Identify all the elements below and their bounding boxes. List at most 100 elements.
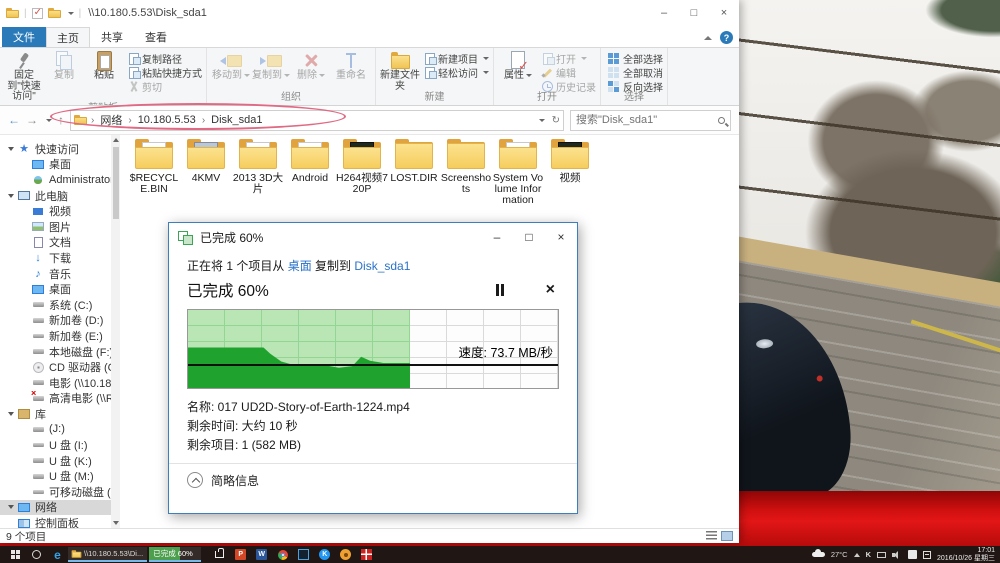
- ribbon-large-button[interactable]: 复制: [44, 50, 84, 82]
- tray-overflow-icon[interactable]: [853, 552, 860, 557]
- sidebar-item[interactable]: U 盘 (I:): [0, 437, 120, 453]
- ribbon-small-button[interactable]: 历史记录: [541, 80, 596, 94]
- ribbon-small-button[interactable]: 剪切: [127, 80, 202, 94]
- expand-icon[interactable]: [8, 505, 14, 510]
- sidebar-item[interactable]: 新加卷 (D:): [0, 313, 120, 329]
- close-button[interactable]: ×: [709, 0, 739, 26]
- folder-tile[interactable]: System Volume Information: [492, 139, 544, 206]
- sidebar-item[interactable]: 桌面: [0, 281, 120, 297]
- search-input[interactable]: [576, 114, 718, 126]
- dialog-close-button[interactable]: ×: [545, 223, 577, 251]
- taskbar-clock[interactable]: 17:01 2016/10/26 星期三: [937, 547, 995, 563]
- back-icon[interactable]: ←: [8, 113, 20, 127]
- sidebar-item[interactable]: 控制面板: [0, 515, 120, 528]
- scroll-up-icon[interactable]: [112, 138, 119, 142]
- display-tray-icon[interactable]: [877, 551, 887, 558]
- ribbon-large-button[interactable]: 删除: [291, 50, 331, 82]
- ribbon-small-button[interactable]: 复制路径: [127, 52, 202, 66]
- up-icon[interactable]: ↑: [58, 113, 64, 127]
- sidebar-item[interactable]: 桌面: [0, 157, 120, 173]
- ribbon-small-button[interactable]: 粘贴快捷方式: [127, 66, 202, 80]
- sidebar-item[interactable]: CD 驱动器 (G:: [0, 359, 120, 375]
- sidebar-item[interactable]: 网络: [0, 499, 120, 516]
- sidebar-item[interactable]: 本地磁盘 (F:): [0, 344, 120, 360]
- expand-icon[interactable]: [8, 193, 14, 198]
- weather-cloud-icon[interactable]: [811, 549, 825, 557]
- sidebar-item[interactable]: 可移动磁盘 (L:): [0, 484, 120, 500]
- address-bar[interactable]: › 网络 › 10.180.5.53 › Disk_sda1 ↻: [70, 109, 564, 131]
- fewer-details-icon[interactable]: [187, 472, 203, 488]
- security-icon[interactable]: [356, 549, 377, 560]
- sidebar-item[interactable]: 下载: [0, 250, 120, 266]
- sidebar-item[interactable]: 库: [0, 406, 120, 422]
- dialog-minimize-button[interactable]: –: [481, 223, 513, 251]
- ribbon-small-button[interactable]: 打开: [541, 52, 596, 66]
- scrollbar-thumb[interactable]: [112, 147, 119, 219]
- collapse-ribbon-icon[interactable]: [704, 35, 712, 40]
- sidebar-item[interactable]: 此电脑: [0, 188, 120, 204]
- sidebar-item[interactable]: (J:): [0, 422, 120, 438]
- scroll-down-icon[interactable]: [112, 521, 119, 525]
- ribbon-small-button[interactable]: 反向选择: [608, 80, 663, 94]
- refresh-icon[interactable]: ↻: [552, 115, 560, 126]
- copy-target-link[interactable]: Disk_sda1: [354, 259, 410, 273]
- folder-tile[interactable]: 2013 3D大片: [232, 139, 284, 206]
- properties-qat-icon[interactable]: [31, 7, 43, 19]
- sidebar-item[interactable]: Administrator: [0, 172, 120, 188]
- sidebar-item[interactable]: 快速访问: [0, 141, 120, 157]
- sidebar-item[interactable]: 高清电影 (\\Rt: [0, 391, 120, 407]
- ime-icon[interactable]: [908, 550, 918, 559]
- thumbnail-view-icon[interactable]: [721, 531, 733, 541]
- search-box[interactable]: [570, 109, 731, 131]
- sidebar-item[interactable]: U 盘 (M:): [0, 468, 120, 484]
- breadcrumb-item[interactable]: 10.180.5.53: [136, 114, 198, 126]
- recent-locations-icon[interactable]: [46, 118, 52, 122]
- ribbon-large-button[interactable]: 移动到: [211, 50, 251, 82]
- ribbon-large-button[interactable]: 属性: [498, 50, 538, 82]
- cortana-search-button[interactable]: [26, 546, 47, 563]
- folder-tile[interactable]: 4KMV: [180, 139, 232, 206]
- notification-center-icon[interactable]: [923, 550, 932, 559]
- new-folder-qat-icon[interactable]: [47, 8, 61, 18]
- expand-icon[interactable]: [8, 146, 14, 151]
- word-icon[interactable]: W: [251, 549, 272, 560]
- ribbon-large-button[interactable]: 新建文件夹: [380, 50, 420, 92]
- minimize-button[interactable]: –: [649, 0, 679, 26]
- sidebar-item[interactable]: 音乐: [0, 266, 120, 282]
- sidebar-item[interactable]: 图片: [0, 219, 120, 235]
- ribbon-small-button[interactable]: 编辑: [541, 66, 596, 80]
- folder-tile[interactable]: H264视频720P: [336, 139, 388, 206]
- sidebar-item[interactable]: 文档: [0, 235, 120, 251]
- input-method-k-icon[interactable]: K: [866, 550, 871, 559]
- pause-icon[interactable]: [495, 284, 504, 296]
- weather-temp[interactable]: 27°C: [831, 550, 848, 559]
- sidebar-item[interactable]: 新加卷 (E:): [0, 328, 120, 344]
- powerpoint-icon[interactable]: P: [230, 549, 251, 560]
- details-view-icon[interactable]: [706, 531, 717, 541]
- copy-progress-taskbar-button[interactable]: 已完成 60%: [149, 547, 202, 562]
- sidebar-scrollbar[interactable]: [111, 135, 120, 528]
- start-button[interactable]: [5, 546, 26, 563]
- expand-icon[interactable]: [8, 411, 14, 416]
- ribbon-small-button[interactable]: 轻松访问: [423, 66, 489, 80]
- tab-共享[interactable]: 共享: [90, 27, 134, 47]
- ribbon-small-button[interactable]: 新建项目: [423, 52, 489, 66]
- cancel-copy-icon[interactable]: ×: [546, 282, 555, 298]
- copy-source-link[interactable]: 桌面: [288, 259, 312, 273]
- sidebar-item[interactable]: 视频: [0, 203, 120, 219]
- folder-tile[interactable]: Screenshots: [440, 139, 492, 206]
- maximize-button[interactable]: □: [679, 0, 709, 26]
- dialog-footer[interactable]: 简略信息: [187, 464, 559, 496]
- chrome-icon[interactable]: [272, 549, 293, 560]
- dialog-maximize-button[interactable]: □: [513, 223, 545, 251]
- sidebar-item[interactable]: 电影 (\\10.180: [0, 375, 120, 391]
- sidebar-item[interactable]: U 盘 (K:): [0, 453, 120, 469]
- photoshop-icon[interactable]: [293, 549, 314, 560]
- sidebar-item[interactable]: 系统 (C:): [0, 297, 120, 313]
- ribbon-small-button[interactable]: 全部取消: [608, 66, 663, 80]
- help-icon[interactable]: ?: [720, 31, 733, 44]
- edge-button[interactable]: e: [47, 546, 68, 563]
- breadcrumb-item[interactable]: 网络: [98, 112, 124, 128]
- qat-customize-icon[interactable]: [67, 11, 74, 15]
- breadcrumb-item[interactable]: Disk_sda1: [209, 114, 264, 126]
